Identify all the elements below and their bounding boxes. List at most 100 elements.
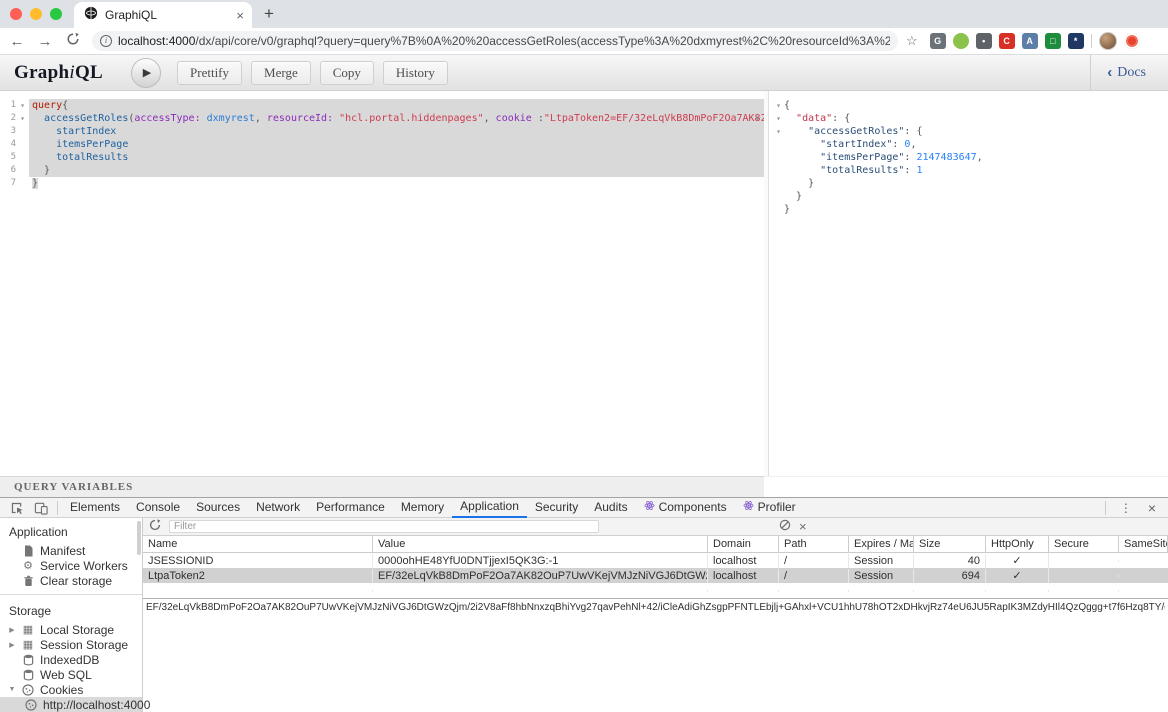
back-icon[interactable]: ← [8, 33, 26, 50]
chevron-right-icon[interactable]: ▶ [8, 641, 16, 649]
column-header-path[interactable]: Path [779, 536, 849, 552]
fold-icon[interactable]: ▾ [769, 112, 784, 125]
close-window-button[interactable] [10, 8, 22, 20]
result-line: } [769, 177, 1168, 190]
tab-performance[interactable]: Performance [308, 498, 393, 517]
tab-memory[interactable]: Memory [393, 498, 452, 517]
sidebar-item-clear-storage[interactable]: Clear storage [0, 573, 142, 588]
chevron-down-icon[interactable]: ▼ [8, 686, 16, 693]
extension-icon-stamp[interactable]: A [1022, 33, 1038, 49]
tab-audits[interactable]: Audits [586, 498, 635, 517]
fold-icon[interactable]: ▾ [16, 112, 29, 125]
tab-console[interactable]: Console [128, 498, 188, 517]
graphiql-buttons: Prettify Merge Copy History [177, 61, 448, 85]
query-variables-bar[interactable]: QUERY VARIABLES [0, 476, 764, 497]
chevron-right-icon[interactable]: ▶ [8, 626, 16, 634]
tab-security[interactable]: Security [527, 498, 586, 517]
forward-icon[interactable]: → [36, 33, 54, 50]
sidebar-item-cookies-localhost[interactable]: http://localhost:4000 [0, 697, 142, 712]
cell-httponly: ✓ [986, 568, 1049, 583]
new-tab-button[interactable]: + [252, 4, 288, 28]
prettify-button[interactable]: Prettify [177, 61, 242, 85]
sidebar-item-manifest[interactable]: Manifest [0, 543, 142, 558]
database-icon [21, 654, 35, 666]
sidebar-item-session-storage[interactable]: ▶▦Session Storage [0, 637, 142, 652]
sidebar-scrollbar[interactable] [137, 521, 141, 555]
filter-input[interactable] [169, 520, 599, 533]
code-line[interactable]: 7 } [0, 177, 764, 190]
tab-sources[interactable]: Sources [188, 498, 248, 517]
history-button[interactable]: History [383, 61, 448, 85]
code-line[interactable]: 5 totalResults [0, 151, 764, 164]
sidebar-item-indexeddb[interactable]: IndexedDB [0, 652, 142, 667]
code-token [32, 152, 56, 163]
table-row-empty[interactable] [143, 583, 1168, 598]
devtools-menu-icon[interactable]: ⋮ [1112, 501, 1140, 515]
tab-close-icon[interactable]: × [236, 8, 244, 23]
code-line[interactable]: 1▾ query{ [0, 99, 764, 112]
browser-tab[interactable]: GraphiQL × [74, 2, 252, 28]
result-line: "itemsPerPage": 2147483647, [769, 151, 1168, 164]
tab-network[interactable]: Network [248, 498, 308, 517]
extension-icon-keyhole[interactable]: • [976, 33, 992, 49]
sidebar-item-service-workers[interactable]: ⚙Service Workers [0, 558, 142, 573]
inspect-element-icon[interactable] [5, 501, 29, 515]
fold-icon[interactable]: ▾ [769, 99, 784, 112]
minimize-window-button[interactable] [30, 8, 42, 20]
extension-icon-green-circle[interactable] [953, 33, 969, 49]
code-token: 2147483647 [916, 152, 976, 163]
extension-icon-record[interactable] [1124, 33, 1140, 49]
column-header-value[interactable]: Value [373, 536, 708, 552]
code-line[interactable]: 2▾ accessGetRoles(accessType: dxmyrest, … [0, 112, 764, 125]
sidebar-item-web-sql[interactable]: Web SQL [0, 667, 142, 682]
fold-icon[interactable]: ▾ [769, 125, 784, 138]
devtools-close-icon[interactable]: × [1142, 500, 1162, 516]
query-editor[interactable]: 1▾ query{ 2▾ accessGetRoles(accessType: … [0, 91, 764, 476]
tab-elements[interactable]: Elements [62, 498, 128, 517]
column-header-secure[interactable]: Secure [1049, 536, 1119, 552]
table-row-jsessionid[interactable]: JSESSIONID 0000ohHE48YfU0DNTjjexI5QK3G:-… [143, 553, 1168, 568]
graphiql-workspace: 1▾ query{ 2▾ accessGetRoles(accessType: … [0, 91, 1168, 476]
maximize-window-button[interactable] [50, 8, 62, 20]
page-info-icon[interactable]: i [100, 35, 112, 47]
tab-application[interactable]: Application [452, 498, 527, 518]
delete-cookie-icon[interactable]: × [799, 520, 807, 533]
column-header-domain[interactable]: Domain [708, 536, 779, 552]
column-header-expires[interactable]: Expires / Ma... [849, 536, 914, 552]
reload-icon[interactable] [64, 32, 82, 50]
bookmark-star-icon[interactable]: ☆ [906, 33, 918, 49]
tab-components[interactable]: Components [636, 498, 735, 517]
cell-expires: Session [849, 554, 914, 568]
code-line[interactable]: 6 } [0, 164, 764, 177]
extension-icon-green-square[interactable]: □ [1045, 33, 1061, 49]
clear-filter-icon[interactable] [779, 518, 791, 536]
column-header-samesite[interactable]: SameSite [1119, 536, 1168, 552]
merge-button[interactable]: Merge [251, 61, 311, 85]
sidebar-section-storage: Storage [0, 601, 142, 622]
device-toolbar-icon[interactable] [29, 501, 53, 515]
copy-button[interactable]: Copy [320, 61, 374, 85]
docs-button[interactable]: ‹ Docs [1090, 55, 1168, 91]
cell-size: 40 [914, 554, 986, 568]
profile-avatar[interactable] [1099, 32, 1117, 50]
code-token: : { [832, 113, 850, 124]
extension-icon-g[interactable]: G [930, 33, 946, 49]
fold-icon[interactable]: ▾ [16, 99, 29, 112]
extension-icon-red-c[interactable]: C [999, 33, 1015, 49]
column-header-name[interactable]: Name [143, 536, 373, 552]
sidebar-item-local-storage[interactable]: ▶▦Local Storage [0, 622, 142, 637]
column-header-size[interactable]: Size [914, 536, 986, 552]
url-text: localhost:4000/dx/api/core/v0/graphql?qu… [118, 34, 890, 48]
code-token: "data" [796, 113, 832, 124]
url-bar[interactable]: i localhost:4000/dx/api/core/v0/graphql?… [92, 31, 898, 51]
code-line[interactable]: 3 startIndex [0, 125, 764, 138]
extension-icon-snowflake[interactable]: * [1068, 33, 1084, 49]
tab-profiler[interactable]: Profiler [735, 498, 804, 517]
code-line[interactable]: 4 itemsPerPage [0, 138, 764, 151]
execute-query-button[interactable]: ▶ [131, 58, 161, 88]
sidebar-item-cookies[interactable]: ▼Cookies [0, 682, 142, 697]
table-row-ltpatoken2[interactable]: LtpaToken2 EF/32eLqVkB8DmPoF2Oa7AK82OuP7… [143, 568, 1168, 583]
docs-label: Docs [1117, 65, 1146, 81]
refresh-icon[interactable] [149, 518, 161, 536]
column-header-httponly[interactable]: HttpOnly [986, 536, 1049, 552]
